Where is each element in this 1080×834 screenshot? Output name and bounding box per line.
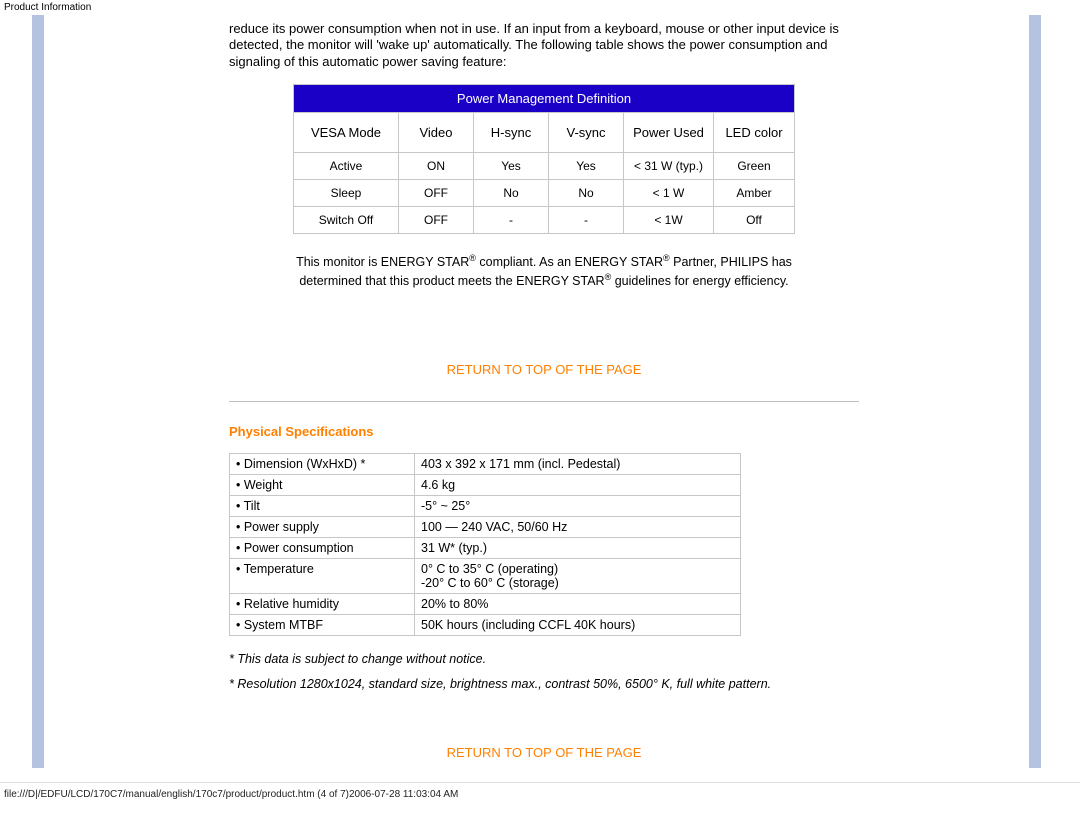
table-cell: OFF [399, 180, 474, 207]
physical-spec-table: • Dimension (WxHxD) * 403 x 392 x 171 mm… [229, 453, 741, 636]
spec-value: 4.6 kg [415, 475, 740, 496]
text-span: guidelines for energy efficiency. [611, 274, 788, 288]
footnote: * Resolution 1280x1024, standard size, b… [229, 675, 859, 694]
spec-label: • Power supply [230, 517, 415, 538]
table-cell: < 1W [624, 207, 714, 233]
spec-value: 50K hours (including CCFL 40K hours) [415, 615, 740, 635]
table-row: • Relative humidity 20% to 80% [230, 594, 740, 615]
text-span: This monitor is ENERGY STAR [296, 255, 469, 269]
return-to-top-link[interactable]: RETURN TO TOP OF THE PAGE [229, 362, 859, 377]
left-accent-bar [32, 15, 44, 768]
table-cell: < 1 W [624, 180, 714, 207]
table-row: • Tilt -5° ~ 25° [230, 496, 740, 517]
table-cell: < 31 W (typ.) [624, 153, 714, 180]
col-header: V-sync [549, 113, 624, 153]
registered-icon: ® [663, 253, 670, 263]
footnote: * This data is subject to change without… [229, 650, 859, 669]
main-content: reduce its power consumption when not in… [229, 15, 859, 768]
col-header: Power Used [624, 113, 714, 153]
spec-value: 403 x 392 x 171 mm (incl. Pedestal) [415, 454, 740, 475]
spec-label: • Dimension (WxHxD) * [230, 454, 415, 475]
left-gutter [44, 15, 229, 768]
table-cell: Switch Off [294, 207, 399, 233]
table-row: • Dimension (WxHxD) * 403 x 392 x 171 mm… [230, 454, 740, 475]
spec-label: • System MTBF [230, 615, 415, 635]
page-title: Product Information [0, 0, 1080, 15]
table-cell: - [549, 207, 624, 233]
spec-value: 31 W* (typ.) [415, 538, 740, 559]
table-row: • Temperature 0° C to 35° C (operating) … [230, 559, 740, 594]
spec-label: • Power consumption [230, 538, 415, 559]
table-row: Sleep OFF No No < 1 W Amber [294, 180, 794, 207]
table-cell: Green [714, 153, 794, 180]
spec-label: • Relative humidity [230, 594, 415, 615]
table-cell: Yes [474, 153, 549, 180]
spec-value: 20% to 80% [415, 594, 740, 615]
right-accent-bar [1029, 15, 1041, 768]
table-cell: OFF [399, 207, 474, 233]
table-cell: - [474, 207, 549, 233]
physical-spec-heading: Physical Specifications [229, 424, 859, 439]
table-cell: Yes [549, 153, 624, 180]
text-span: compliant. As an ENERGY STAR [476, 255, 663, 269]
page-container: reduce its power consumption when not in… [0, 15, 1080, 768]
power-mgmt-header-row: VESA Mode Video H-sync V-sync Power Used… [294, 113, 794, 153]
table-row: • Weight 4.6 kg [230, 475, 740, 496]
spec-label: • Tilt [230, 496, 415, 517]
table-cell: No [549, 180, 624, 207]
spec-value: -5° ~ 25° [415, 496, 740, 517]
table-cell: No [474, 180, 549, 207]
spec-label: • Temperature [230, 559, 415, 594]
power-mgmt-table: Power Management Definition VESA Mode Vi… [293, 84, 795, 234]
table-cell: ON [399, 153, 474, 180]
table-row: Active ON Yes Yes < 31 W (typ.) Green [294, 153, 794, 180]
table-row: • System MTBF 50K hours (including CCFL … [230, 615, 740, 635]
registered-icon: ® [469, 253, 476, 263]
energy-star-note: This monitor is ENERGY STAR® compliant. … [294, 252, 794, 290]
return-to-top-link[interactable]: RETURN TO TOP OF THE PAGE [229, 745, 859, 760]
col-header: H-sync [474, 113, 549, 153]
col-header: Video [399, 113, 474, 153]
divider [229, 401, 859, 402]
power-mgmt-title: Power Management Definition [294, 85, 794, 113]
intro-paragraph: reduce its power consumption when not in… [229, 21, 859, 70]
table-row: • Power supply 100 — 240 VAC, 50/60 Hz [230, 517, 740, 538]
table-cell: Off [714, 207, 794, 233]
table-cell: Active [294, 153, 399, 180]
spec-value: 0° C to 35° C (operating) -20° C to 60° … [415, 559, 740, 594]
col-header: VESA Mode [294, 113, 399, 153]
table-cell: Amber [714, 180, 794, 207]
spec-label: • Weight [230, 475, 415, 496]
file-path-footer: file:///D|/EDFU/LCD/170C7/manual/english… [0, 782, 1080, 806]
table-row: • Power consumption 31 W* (typ.) [230, 538, 740, 559]
table-cell: Sleep [294, 180, 399, 207]
table-row: Switch Off OFF - - < 1W Off [294, 207, 794, 233]
col-header: LED color [714, 113, 794, 153]
spec-value: 100 — 240 VAC, 50/60 Hz [415, 517, 740, 538]
